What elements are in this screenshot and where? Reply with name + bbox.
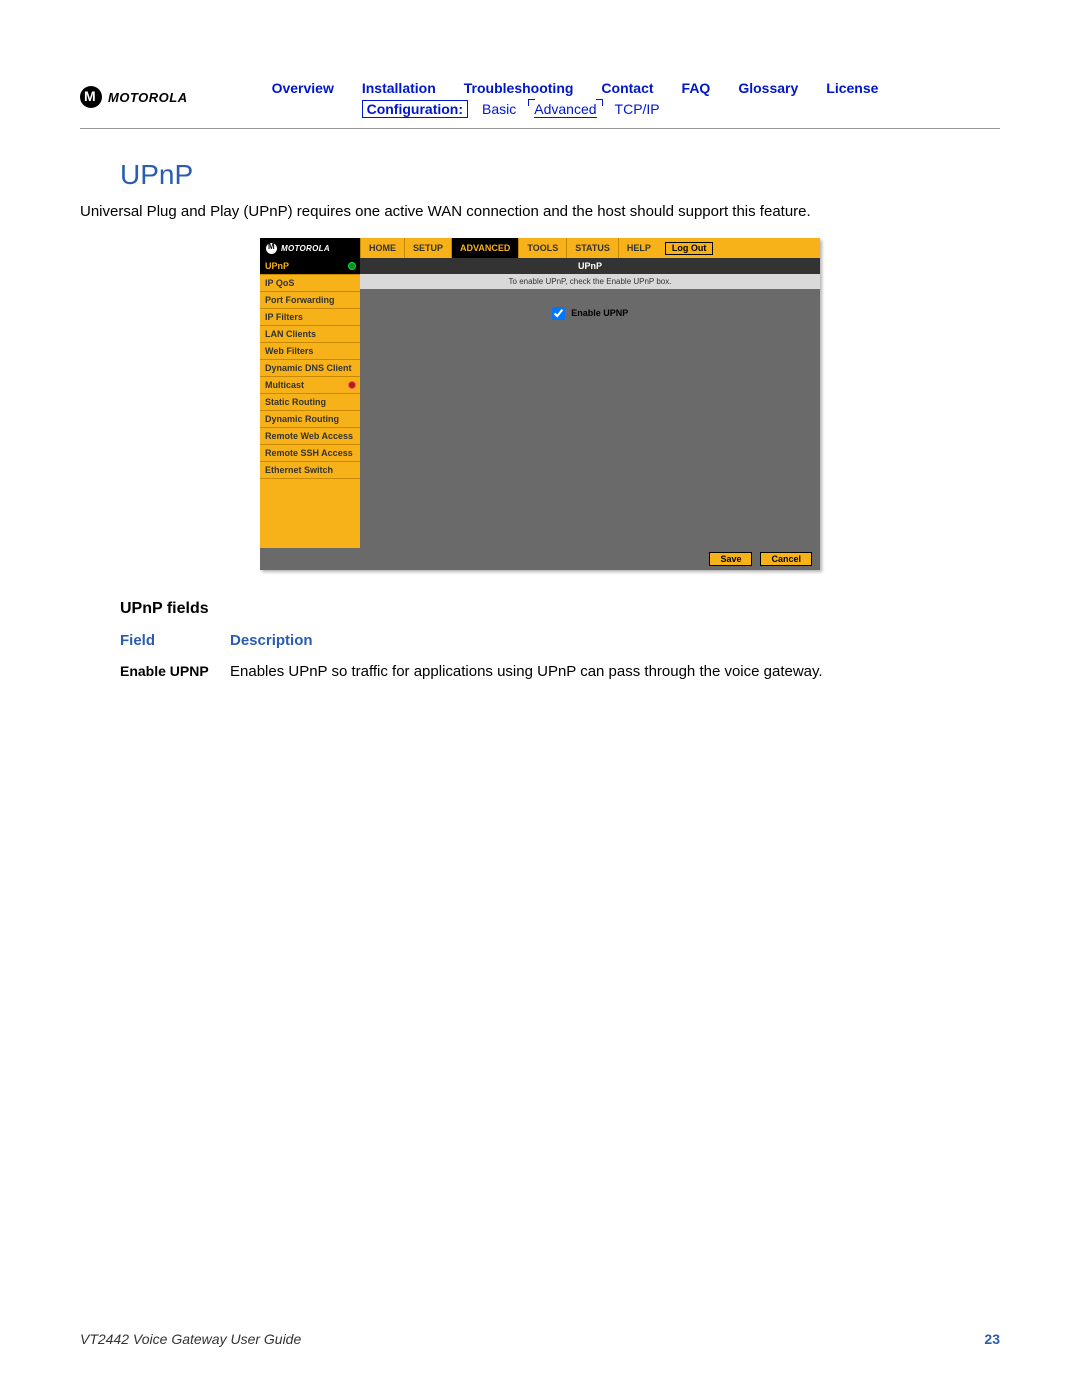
nav-faq[interactable]: FAQ xyxy=(682,80,711,96)
router-sidebar: UPnP IP QoS Port Forwarding IP Filters L… xyxy=(260,258,360,548)
subnav-tcpip[interactable]: TCP/IP xyxy=(615,101,660,117)
doc-nav: Overview Installation Troubleshooting Co… xyxy=(272,80,1000,96)
nav-license[interactable]: License xyxy=(826,80,878,96)
tab-status[interactable]: STATUS xyxy=(566,238,618,258)
motorola-batwing-icon xyxy=(80,86,102,108)
col-header-description: Description xyxy=(230,632,313,649)
sidebar-item-staticrouting[interactable]: Static Routing xyxy=(260,394,360,411)
field-name: Enable UPNP xyxy=(120,663,230,680)
tab-tools[interactable]: TOOLS xyxy=(518,238,566,258)
page-number: 23 xyxy=(984,1331,1000,1347)
sidebar-item-ethernetswitch[interactable]: Ethernet Switch xyxy=(260,462,360,479)
router-topbar: MOTOROLA HOME SETUP ADVANCED TOOLS STATU… xyxy=(260,238,820,258)
tab-setup[interactable]: SETUP xyxy=(404,238,451,258)
sidebar-item-portforwarding[interactable]: Port Forwarding xyxy=(260,292,360,309)
motorola-batwing-icon xyxy=(266,243,277,254)
enable-upnp-label: Enable UPNP xyxy=(571,308,628,318)
router-brand: MOTOROLA xyxy=(281,244,330,253)
logout-button[interactable]: Log Out xyxy=(665,242,714,255)
pane-hint: To enable UPnP, check the Enable UPnP bo… xyxy=(360,274,820,289)
subnav-configuration: Configuration: xyxy=(362,100,468,118)
fields-table: Field Description Enable UPNP Enables UP… xyxy=(120,632,1000,680)
sidebar-item-dynamicrouting[interactable]: Dynamic Routing xyxy=(260,411,360,428)
sidebar-item-remoteweb[interactable]: Remote Web Access xyxy=(260,428,360,445)
sidebar-item-webfilters[interactable]: Web Filters xyxy=(260,343,360,360)
status-dot-icon xyxy=(348,262,356,270)
table-row: Enable UPNP Enables UPnP so traffic for … xyxy=(120,663,1000,680)
tab-home[interactable]: HOME xyxy=(360,238,404,258)
section-title: UPnP xyxy=(120,159,1000,191)
sidebar-item-remotessh[interactable]: Remote SSH Access xyxy=(260,445,360,462)
fields-heading: UPnP fields xyxy=(120,600,1000,618)
subnav-basic[interactable]: Basic xyxy=(482,101,516,117)
motorola-logo: MOTOROLA xyxy=(80,86,188,108)
doc-subnav: Configuration: Basic Advanced TCP/IP xyxy=(362,100,1000,118)
field-description: Enables UPnP so traffic for applications… xyxy=(230,663,1000,680)
sidebar-item-upnp[interactable]: UPnP xyxy=(260,258,360,275)
router-admin-screenshot: MOTOROLA HOME SETUP ADVANCED TOOLS STATU… xyxy=(260,238,820,570)
doc-header: MOTOROLA Overview Installation Troublesh… xyxy=(80,80,1000,129)
pane-title: UPnP xyxy=(360,258,820,274)
doc-title-footer: VT2442 Voice Gateway User Guide xyxy=(80,1331,301,1347)
nav-installation[interactable]: Installation xyxy=(362,80,436,96)
subnav-advanced[interactable]: Advanced xyxy=(530,101,600,117)
tab-advanced[interactable]: ADVANCED xyxy=(451,238,518,258)
sidebar-item-ddns[interactable]: Dynamic DNS Client xyxy=(260,360,360,377)
nav-troubleshooting[interactable]: Troubleshooting xyxy=(464,80,574,96)
nav-glossary[interactable]: Glossary xyxy=(738,80,798,96)
sidebar-item-ipfilters[interactable]: IP Filters xyxy=(260,309,360,326)
sidebar-item-lanclients[interactable]: LAN Clients xyxy=(260,326,360,343)
router-content-pane: UPnP To enable UPnP, check the Enable UP… xyxy=(360,258,820,548)
enable-upnp-checkbox[interactable] xyxy=(552,307,565,320)
router-footer: Save Cancel xyxy=(260,548,820,570)
nav-contact[interactable]: Contact xyxy=(601,80,653,96)
enable-upnp-field: Enable UPNP xyxy=(360,289,820,338)
section-intro: Universal Plug and Play (UPnP) requires … xyxy=(80,203,1000,220)
nav-overview[interactable]: Overview xyxy=(272,80,334,96)
sidebar-item-label: Multicast xyxy=(265,380,304,390)
tab-help[interactable]: HELP xyxy=(618,238,659,258)
save-button[interactable]: Save xyxy=(709,552,752,566)
sidebar-item-label: UPnP xyxy=(265,261,289,271)
cancel-button[interactable]: Cancel xyxy=(760,552,812,566)
sidebar-item-multicast[interactable]: Multicast xyxy=(260,377,360,394)
page-footer: VT2442 Voice Gateway User Guide 23 xyxy=(80,1331,1000,1347)
col-header-field: Field xyxy=(120,632,230,649)
brand-text: MOTOROLA xyxy=(108,90,188,105)
sidebar-item-ipqos[interactable]: IP QoS xyxy=(260,275,360,292)
router-logo: MOTOROLA xyxy=(260,238,360,258)
status-dot-icon xyxy=(348,381,356,389)
